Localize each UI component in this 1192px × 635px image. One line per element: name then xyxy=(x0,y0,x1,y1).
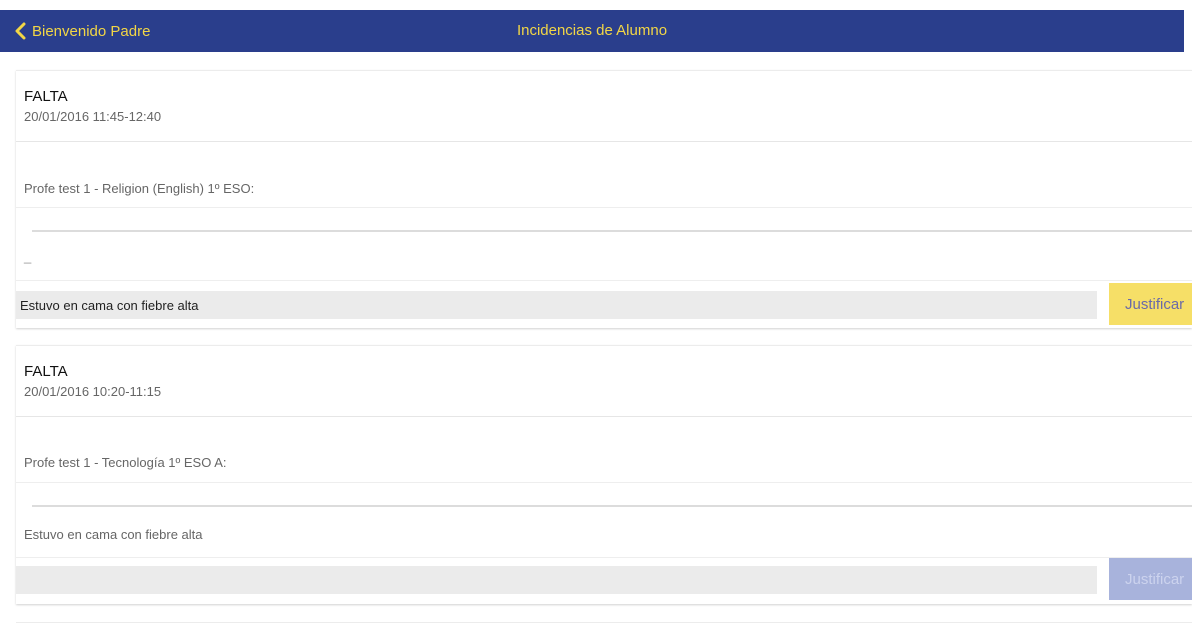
incident-type: FALTA xyxy=(24,88,68,105)
reason-input[interactable] xyxy=(16,291,1097,319)
navbar: Bienvenido Padre Incidencias de Alumno xyxy=(0,10,1184,52)
incident-comment: _ xyxy=(24,249,32,264)
incident-datetime: 20/01/2016 11:45-12:40 xyxy=(24,109,162,124)
teacher-subject: Profe test 1 - Religion (English) 1º ESO… xyxy=(24,181,255,196)
justify-button[interactable]: Justificar xyxy=(1109,558,1192,600)
row-separator xyxy=(16,207,1192,208)
row-separator xyxy=(16,557,1192,558)
incident-type: FALTA xyxy=(24,363,68,380)
teacher-subject: Profe test 1 - Tecnología 1º ESO A: xyxy=(24,455,227,470)
divider xyxy=(32,505,1192,507)
incident-card: FALTA 20/01/2016 10:20-11:15 Profe test … xyxy=(16,345,1192,604)
row-separator xyxy=(16,482,1192,483)
divider xyxy=(32,230,1192,232)
incident-datetime: 20/01/2016 10:20-11:15 xyxy=(24,384,162,399)
incident-header: FALTA 20/01/2016 11:45-12:40 xyxy=(16,71,1192,142)
row-separator xyxy=(16,280,1192,281)
incident-card xyxy=(16,622,1192,635)
justify-button[interactable]: Justificar xyxy=(1109,283,1192,325)
incident-card: FALTA 20/01/2016 11:45-12:40 Profe test … xyxy=(16,70,1192,328)
incident-comment: Estuvo en cama con fiebre alta xyxy=(24,527,203,542)
incident-header: FALTA 20/01/2016 10:20-11:15 xyxy=(16,346,1192,417)
page-title: Incidencias de Alumno xyxy=(516,22,668,39)
reason-input[interactable] xyxy=(16,566,1097,594)
